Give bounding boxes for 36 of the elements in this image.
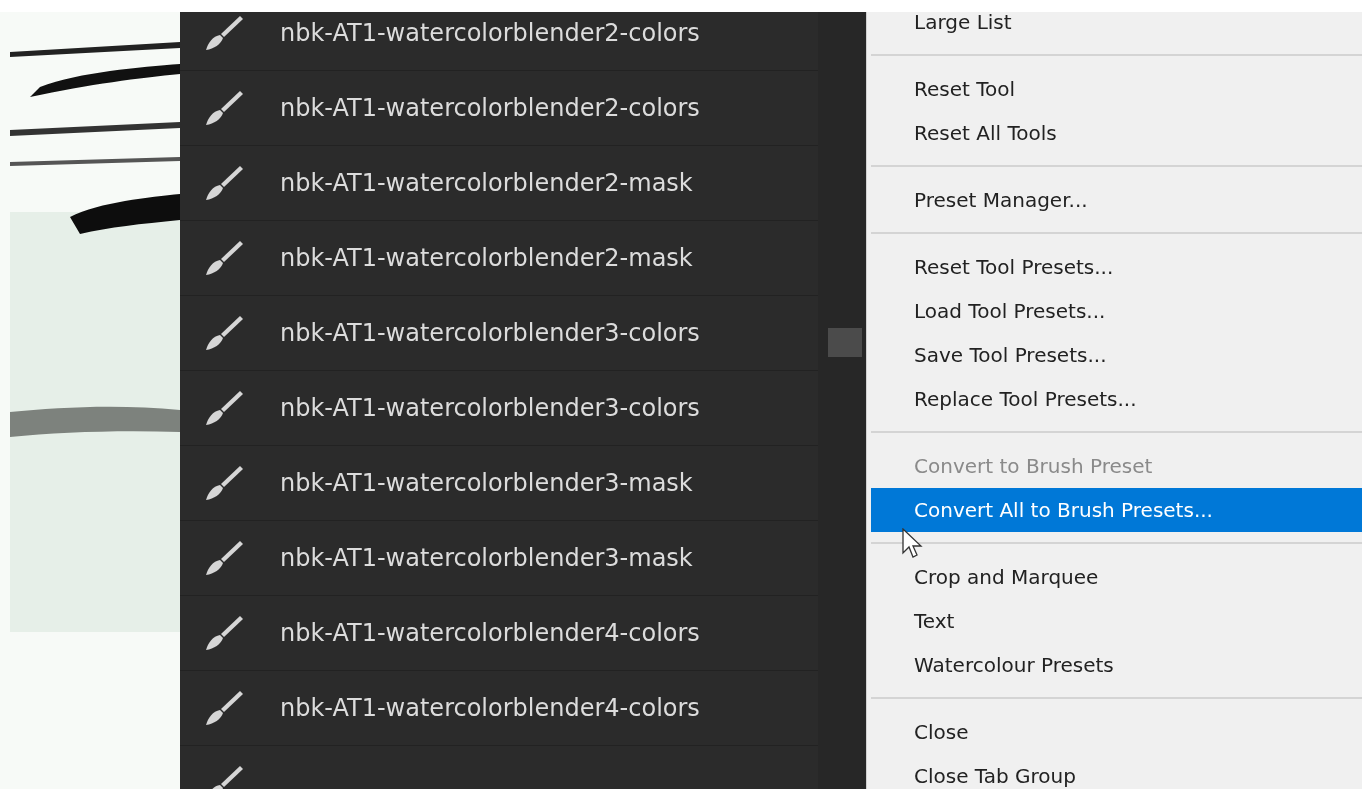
preset-name[interactable]: nbk-AT1-watercolorblender3-mask (280, 469, 693, 497)
menu-item[interactable]: Load Tool Presets... (871, 289, 1362, 333)
menu-item[interactable]: Preset Manager... (871, 178, 1362, 222)
menu-item[interactable]: Reset Tool Presets... (871, 245, 1362, 289)
paintbrush-icon (204, 388, 244, 428)
paintbrush-icon (204, 88, 244, 128)
menu-item[interactable]: Crop and Marquee (871, 555, 1362, 599)
preset-name[interactable]: nbk-AT1-watercolorblender3-colors (280, 319, 700, 347)
scrollbar-thumb[interactable] (828, 328, 862, 357)
paintbrush-icon (204, 163, 244, 203)
preset-name[interactable]: nbk-AT1-watercolorblender3-colors (280, 394, 700, 422)
preset-name[interactable]: nbk-AT1-watercolorblender2-colors (280, 19, 700, 47)
preset-name[interactable]: nbk-AT1-watercolorblender2-mask (280, 169, 693, 197)
menu-item[interactable]: Replace Tool Presets... (871, 377, 1362, 421)
paintbrush-icon (204, 538, 244, 578)
preset-name[interactable]: nbk-AT1-watercolorblender2-mask (280, 244, 693, 272)
menu-item[interactable]: Text (871, 599, 1362, 643)
preset-name[interactable]: nbk-AT1-watercolorblender4-colors (280, 694, 700, 722)
menu-item[interactable]: Watercolour Presets (871, 643, 1362, 687)
paintbrush-icon (204, 238, 244, 278)
paintbrush-icon (204, 688, 244, 728)
preset-name[interactable]: nbk-AT1-watercolorblender2-colors (280, 94, 700, 122)
paintbrush-icon (204, 13, 244, 53)
paintbrush-icon (204, 313, 244, 353)
menu-item[interactable]: Reset Tool (871, 67, 1362, 111)
paintbrush-icon (204, 613, 244, 653)
menu-item[interactable]: Save Tool Presets... (871, 333, 1362, 377)
preset-name[interactable]: nbk-AT1-watercolorblender4-colors (280, 619, 700, 647)
menu-item[interactable]: Large List (871, 12, 1362, 44)
preset-name[interactable]: nbk-AT1-watercolorblender3-mask (280, 544, 693, 572)
paintbrush-icon (204, 463, 244, 503)
menu-item[interactable]: Close Tab Group (871, 754, 1362, 789)
menu-item[interactable]: Convert All to Brush Presets... (871, 488, 1362, 532)
menu-item[interactable]: Close (871, 710, 1362, 754)
menu-item[interactable]: Reset All Tools (871, 111, 1362, 155)
cursor-icon (902, 528, 924, 560)
